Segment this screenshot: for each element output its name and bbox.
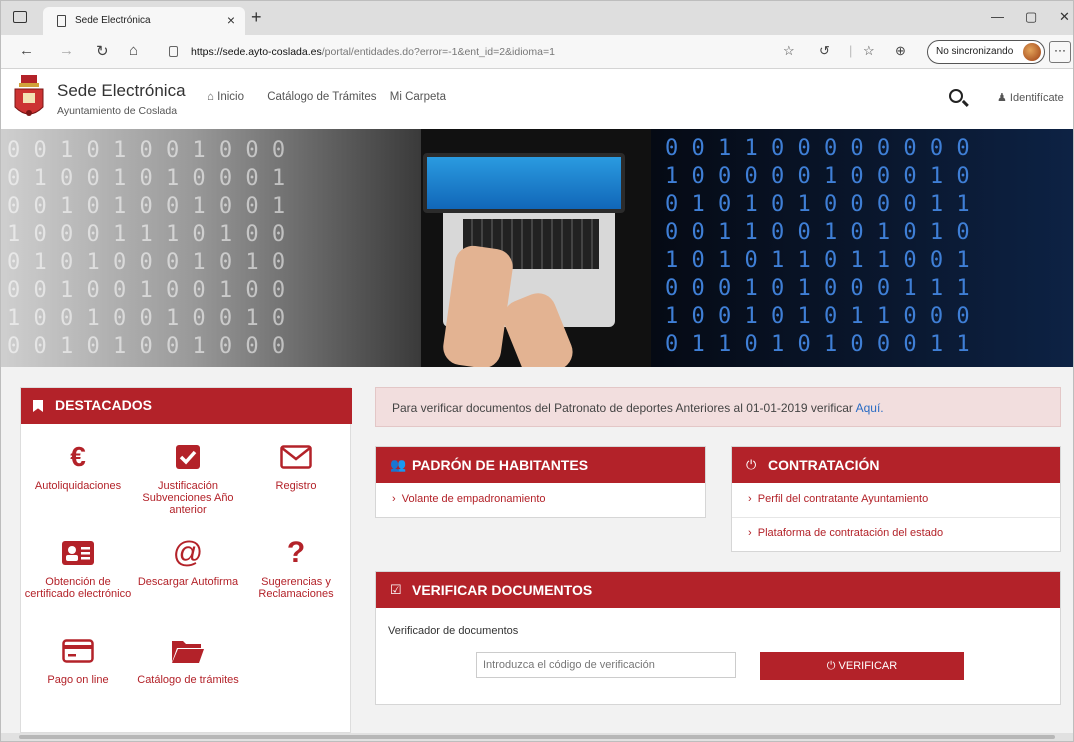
bookmark-icon: [33, 400, 43, 412]
contratacion-title: CONTRATACIÓN: [768, 457, 880, 473]
autoliquidaciones-tile[interactable]: € Autoliquidaciones: [23, 440, 133, 492]
padron-title: PADRÓN DE HABITANTES: [412, 457, 589, 473]
search-icon[interactable]: [949, 89, 963, 103]
binary-digits-right: 0 0 1 1 0 0 0 0 0 0 0 0 1 0 0 0 0 0 1 0 …: [665, 136, 970, 357]
site-title[interactable]: Sede Electrónica: [57, 81, 186, 101]
verificar-header: ☑ VERIFICAR DOCUMENTOS: [376, 572, 1060, 608]
page-icon: [57, 15, 66, 27]
back-icon[interactable]: ←: [19, 42, 34, 59]
lock-icon[interactable]: [169, 46, 178, 57]
coat-of-arms-logo[interactable]: [11, 73, 47, 123]
new-tab-button[interactable]: +: [251, 7, 262, 28]
close-window-button[interactable]: ✕: [1059, 9, 1070, 25]
address-toolbar: ← → ↻ ⌂ https://sede.ayto-coslada.es/por…: [1, 35, 1073, 69]
web-page: Sede Electrónica Ayuntamiento de Coslada…: [1, 69, 1073, 733]
separator: |: [849, 43, 853, 58]
tab-close-button[interactable]: ×: [227, 12, 235, 28]
verificar-button[interactable]: ⏻ VERIFICAR: [760, 652, 964, 680]
settings-more-button[interactable]: ···: [1049, 41, 1071, 63]
forward-icon[interactable]: →: [59, 42, 74, 59]
alert-link[interactable]: Aquí.: [856, 401, 884, 415]
tab-title: Sede Electrónica: [75, 15, 151, 26]
refresh-extension-icon[interactable]: ↺: [819, 43, 830, 59]
binary-digits-left: 0 0 1 0 1 0 0 1 0 0 0 0 1 0 0 1 0 1 0 0 …: [7, 138, 286, 359]
euro-icon: €: [70, 441, 86, 472]
perfil-contratante-link[interactable]: › Perfil del contratante Ayuntamiento: [748, 493, 928, 505]
home-menu-item[interactable]: ⌂ Inicio: [207, 91, 254, 103]
home-icon[interactable]: ⌂: [129, 42, 138, 59]
profile-sync-button[interactable]: No sincronizando: [927, 40, 1045, 64]
padron-header: 👥 PADRÓN DE HABITANTES: [376, 447, 705, 483]
collections-icon[interactable]: ⊕: [895, 43, 906, 59]
main-menu: ⌂ Inicio Catálogo de Trámites Mi Carpeta: [207, 91, 456, 103]
site-header: Sede Electrónica Ayuntamiento de Coslada…: [1, 69, 1073, 129]
destacados-title: DESTACADOS: [55, 397, 152, 413]
favorites-icon[interactable]: ☆: [863, 43, 875, 59]
scrollbar-thumb[interactable]: [19, 735, 1055, 739]
justificacion-tile[interactable]: Justificación Subvenciones Año anterior: [133, 440, 243, 516]
certificado-tile[interactable]: Obtención de certificado electrónico: [23, 536, 133, 600]
divider: [732, 517, 1060, 518]
envelope-icon: [241, 440, 351, 474]
sync-label: No sincronizando: [936, 46, 1014, 57]
tab-actions-icon[interactable]: [13, 11, 27, 23]
minimize-button[interactable]: —: [991, 9, 1004, 24]
browser-window: Sede Electrónica × + — ▢ ✕ ← → ↻ ⌂ https…: [0, 0, 1074, 742]
at-icon: @: [172, 536, 204, 569]
binary-tunnel-right: 0 0 1 1 0 0 0 0 0 0 0 0 1 0 0 0 0 0 1 0 …: [651, 129, 1073, 367]
url-text[interactable]: https://sede.ayto-coslada.es/portal/enti…: [191, 46, 555, 58]
destacados-panel: DESTACADOS € Autoliquidaciones Justifica…: [20, 387, 352, 733]
id-card-icon: [23, 536, 133, 570]
credit-card-icon: [23, 634, 133, 668]
read-aloud-icon[interactable]: ☆: [783, 43, 795, 59]
volante-link[interactable]: › Volante de empadronamiento: [392, 493, 546, 505]
reload-icon[interactable]: ↻: [96, 42, 109, 60]
binary-tunnel-left: 0 0 1 0 1 0 0 1 0 0 0 0 1 0 0 1 0 1 0 0 …: [1, 129, 421, 367]
registro-tile[interactable]: Registro: [241, 440, 351, 492]
my-folder-menu-item[interactable]: Mi Carpeta: [390, 91, 446, 103]
verification-code-input[interactable]: [476, 652, 736, 678]
catalog-menu-item[interactable]: Catálogo de Trámites: [267, 91, 376, 103]
horizontal-scrollbar[interactable]: [1, 733, 1073, 741]
login-link[interactable]: ♟ Identifícate: [997, 91, 1064, 104]
pago-online-tile[interactable]: Pago on line: [23, 634, 133, 686]
padron-panel: 👥 PADRÓN DE HABITANTES › Volante de empa…: [375, 446, 706, 518]
contratacion-header: ⏻ CONTRATACIÓN: [732, 447, 1060, 483]
plataforma-contratacion-link[interactable]: › Plataforma de contratación del estado: [748, 527, 943, 539]
power-icon: ⏻: [746, 457, 757, 472]
question-icon: ?: [286, 536, 306, 569]
hero-banner: 0 0 1 0 1 0 0 1 0 0 0 0 1 0 0 1 0 1 0 0 …: [1, 129, 1073, 367]
alert-text: Para verificar documentos del Patronato …: [392, 401, 853, 415]
check-square-icon: ☑: [390, 582, 402, 597]
laptop-screen: [423, 153, 625, 213]
avatar: [1023, 43, 1041, 61]
address-bar[interactable]: https://sede.ayto-coslada.es/portal/enti…: [161, 40, 801, 64]
verificar-label: Verificador de documentos: [388, 625, 519, 637]
verificar-title: VERIFICAR DOCUMENTOS: [412, 582, 593, 598]
users-icon: 👥: [390, 457, 407, 472]
tab-strip: Sede Electrónica × + — ▢ ✕: [1, 1, 1073, 35]
contratacion-panel: ⏻ CONTRATACIÓN › Perfil del contratante …: [731, 446, 1061, 552]
verificar-panel: ☑ VERIFICAR DOCUMENTOS Verificador de do…: [375, 571, 1061, 705]
autofirma-tile[interactable]: @ Descargar Autofirma: [133, 536, 243, 588]
checkbox-icon: [133, 440, 243, 474]
sugerencias-tile[interactable]: ? Sugerencias y Reclamaciones: [241, 536, 351, 600]
browser-tab[interactable]: Sede Electrónica ×: [43, 7, 245, 35]
maximize-button[interactable]: ▢: [1025, 9, 1037, 25]
destacados-header: DESTACADOS: [21, 388, 352, 424]
info-alert: Para verificar documentos del Patronato …: [375, 387, 1061, 427]
folder-icon: [133, 634, 243, 668]
catalogo-tile[interactable]: Catálogo de trámites: [133, 634, 243, 686]
site-subtitle: Ayuntamiento de Coslada: [57, 105, 178, 117]
